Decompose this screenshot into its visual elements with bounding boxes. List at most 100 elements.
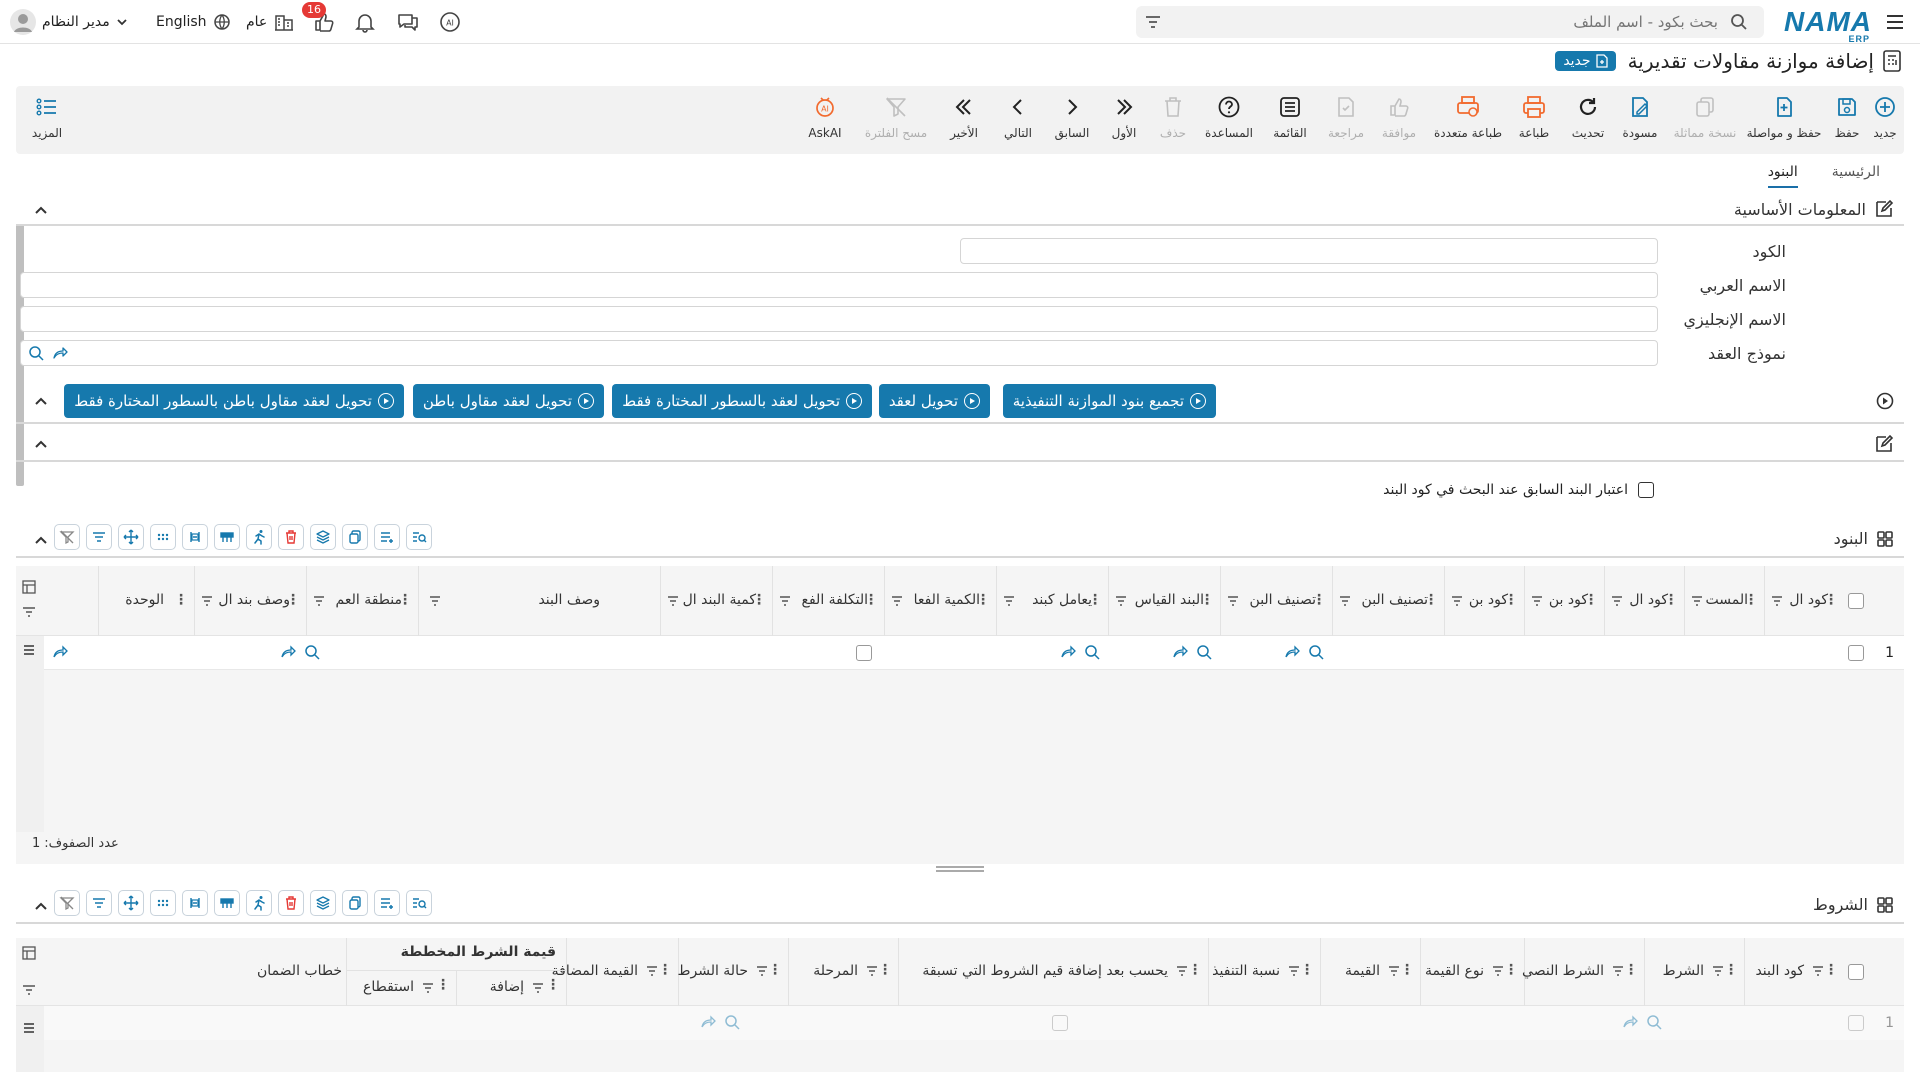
lookup-links[interactable]	[52, 644, 68, 660]
copy-rows-button[interactable]	[342, 890, 368, 916]
collapse-chevron-icon[interactable]	[34, 394, 48, 408]
column-header[interactable]: ⋮ كود ال	[1604, 566, 1684, 636]
filter-lines-icon[interactable]	[1712, 966, 1724, 976]
select-all-checkbox[interactable]	[1848, 964, 1864, 980]
filter-lines-icon[interactable]	[1691, 596, 1703, 606]
column-menu-icon[interactable]: ⋮	[1724, 962, 1738, 978]
column-header[interactable]: ⋮ الشرط النصي	[1522, 938, 1644, 1006]
row-select-checkbox[interactable]	[1848, 1015, 1864, 1031]
filter-lines-icon[interactable]	[1612, 966, 1624, 976]
save-continue-button[interactable]: حفظ و مواصلة	[1744, 94, 1824, 140]
filter-lines-icon[interactable]	[532, 983, 544, 993]
column-header[interactable]: ⋮ نوع القيمة	[1420, 938, 1524, 1006]
collapse-chevron-icon[interactable]	[34, 533, 48, 547]
row-select-checkbox[interactable]	[1848, 645, 1864, 661]
table-split-button[interactable]	[214, 890, 240, 916]
column-menu-icon[interactable]: ⋮	[768, 962, 782, 978]
lookup-links[interactable]	[1060, 644, 1100, 660]
delete-rows-button[interactable]	[278, 890, 304, 916]
column-header[interactable]: وصف البند	[418, 566, 660, 636]
collapse-chevron-icon[interactable]	[34, 203, 48, 217]
layers-button[interactable]	[310, 890, 336, 916]
arabic-name-field[interactable]	[20, 272, 1658, 298]
filter-lines-icon[interactable]	[1227, 596, 1239, 606]
column-header[interactable]: ⋮ المرحلة	[788, 938, 898, 1006]
filter-lines-icon[interactable]	[891, 596, 903, 606]
condition-lookup[interactable]	[1622, 1014, 1662, 1030]
column-header[interactable]: ⋮ البند القياس	[1108, 566, 1220, 636]
stage-lookup[interactable]	[700, 1014, 740, 1030]
filter-lines-icon[interactable]	[1812, 966, 1824, 976]
dots-grid-button[interactable]	[150, 524, 176, 550]
delete-button[interactable]: حذف	[1150, 94, 1196, 140]
notes-section-header[interactable]	[16, 426, 1904, 462]
list-button[interactable]: القائمة	[1262, 94, 1318, 140]
add-rows-button[interactable]	[374, 890, 400, 916]
column-menu-icon[interactable]: ⋮	[1824, 962, 1838, 978]
column-header[interactable]: ⋮ كود البند	[1744, 938, 1844, 1006]
column-header[interactable]: ⋮ استقطاع	[346, 971, 456, 1006]
askai-button[interactable]: AI AskAI	[796, 94, 854, 140]
filter-lines-icon[interactable]	[1611, 596, 1623, 606]
column-header[interactable]: ⋮ وصف بند ال	[194, 566, 306, 636]
previous-record-button[interactable]: السابق	[1046, 94, 1098, 140]
column-menu-icon[interactable]: ⋮	[658, 962, 672, 978]
chat-button[interactable]	[396, 0, 420, 44]
filter-lines-icon[interactable]	[1771, 596, 1783, 606]
select-all-checkbox[interactable]	[1848, 593, 1864, 609]
column-header[interactable]: ⋮ يعامل كبند	[996, 566, 1108, 636]
delete-rows-button[interactable]	[278, 524, 304, 550]
main-menu-button[interactable]	[1884, 0, 1906, 44]
layers-button[interactable]	[310, 524, 336, 550]
column-header[interactable]: ⋮ الوحدة	[98, 566, 194, 636]
filter-lines-icon[interactable]	[429, 596, 441, 606]
convert-selected-to-contract-button[interactable]: تحويل لعقد بالسطور المختارة فقط	[612, 384, 872, 418]
english-name-field[interactable]	[20, 306, 1658, 332]
filter-lines-icon[interactable]	[1451, 596, 1463, 606]
collapse-chevron-icon[interactable]	[34, 437, 48, 451]
filter-lines-icon[interactable]	[756, 966, 768, 976]
code-field[interactable]	[960, 238, 1658, 264]
column-menu-icon[interactable]: ⋮	[1400, 962, 1414, 978]
column-header[interactable]: ⋮ كود بن	[1444, 566, 1524, 636]
zoom-list-button[interactable]	[406, 524, 432, 550]
last-record-button[interactable]: الأخير	[938, 94, 990, 140]
filter-lines-icon[interactable]	[667, 596, 679, 606]
fit-columns-button[interactable]	[182, 890, 208, 916]
clear-filter-button[interactable]	[54, 524, 80, 550]
column-header[interactable]: ⋮ التكلفة الفع	[772, 566, 884, 636]
filter-lines-icon[interactable]	[1388, 966, 1400, 976]
add-rows-button[interactable]	[374, 524, 400, 550]
column-header[interactable]: ⋮ تصنيف البن	[1220, 566, 1332, 636]
user-menu[interactable]: مدير النظام	[10, 0, 128, 44]
filter-lines-button[interactable]	[86, 890, 112, 916]
clear-filter-button[interactable]	[54, 890, 80, 916]
column-header[interactable]: ⋮ حالة الشرط	[678, 938, 788, 1006]
refresh-button[interactable]: تحديث	[1562, 94, 1614, 140]
review-button[interactable]: مراجعة	[1318, 94, 1374, 140]
aggregate-budget-items-button[interactable]: تجميع بنود الموازنة التنفيذية	[1002, 384, 1216, 418]
tab-main[interactable]: الرئيسية	[1832, 158, 1880, 188]
column-chooser-icon[interactable]	[22, 580, 36, 594]
filter-lines-icon[interactable]	[422, 983, 434, 993]
column-header[interactable]: ⋮ تصنيف البن	[1332, 566, 1444, 636]
column-menu-icon[interactable]: ⋮	[436, 977, 450, 993]
table-row[interactable]: 1	[44, 1006, 1904, 1040]
lookup-links[interactable]	[1172, 644, 1212, 660]
clear-filter-button[interactable]: مسح الفلترة	[856, 94, 936, 140]
fit-columns-button[interactable]	[182, 524, 208, 550]
move-button[interactable]	[118, 890, 144, 916]
brand-logo[interactable]: NAMA ERP	[1784, 0, 1872, 44]
column-menu-icon[interactable]: ⋮	[1504, 962, 1518, 978]
column-menu-icon[interactable]: ⋮	[1300, 962, 1314, 978]
notifications-button[interactable]	[354, 0, 376, 44]
column-header[interactable]: ⋮ يحسب بعد إضافة قيم الشروط التي تسبقة	[898, 938, 1208, 1006]
filter-lines-icon[interactable]	[1339, 596, 1351, 606]
column-header[interactable]: ⋮ المست	[1684, 566, 1764, 636]
filter-lines-icon[interactable]	[22, 606, 36, 618]
global-search[interactable]	[1136, 6, 1764, 38]
column-menu-icon[interactable]: ⋮	[878, 962, 892, 978]
filter-lines-icon[interactable]	[1531, 596, 1543, 606]
column-header[interactable]: ⋮ نسبة التنفيذ	[1208, 938, 1320, 1006]
column-menu-icon[interactable]: ⋮	[1188, 962, 1202, 978]
